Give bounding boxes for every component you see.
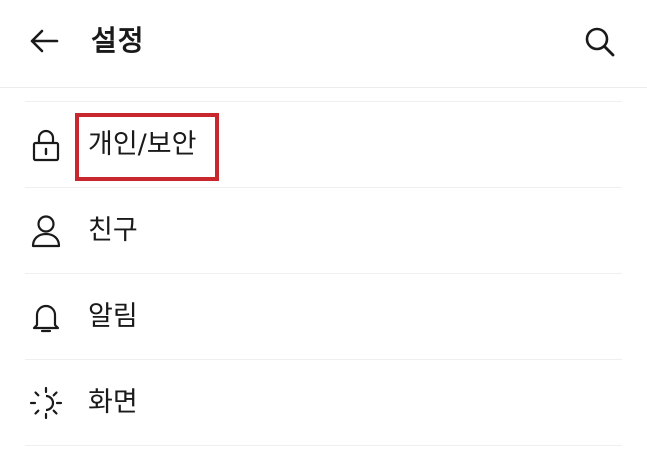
menu-item-friends[interactable]: 친구: [25, 188, 622, 274]
settings-screen: 설정 개인/보안 친구 알림 화면: [0, 0, 647, 450]
menu-item-label: 화면: [88, 387, 138, 418]
menu-item-display[interactable]: 화면: [25, 360, 622, 446]
search-icon: [584, 26, 616, 62]
menu-item-privacy-security[interactable]: 개인/보안: [25, 102, 622, 188]
menu-item-notifications[interactable]: 알림: [25, 274, 622, 360]
menu-item-label: 개인/보안: [88, 129, 197, 160]
sun-icon: [29, 386, 63, 420]
lock-icon: [29, 128, 63, 162]
bell-icon: [29, 300, 63, 334]
search-button[interactable]: [578, 22, 622, 66]
menu-item-label: 알림: [88, 301, 138, 332]
back-button[interactable]: [22, 24, 66, 62]
page-title: 설정: [91, 24, 145, 57]
person-icon: [29, 214, 63, 248]
app-header: 설정: [0, 0, 647, 88]
arrow-left-icon: [29, 28, 59, 58]
menu-item-label: 친구: [88, 215, 138, 246]
